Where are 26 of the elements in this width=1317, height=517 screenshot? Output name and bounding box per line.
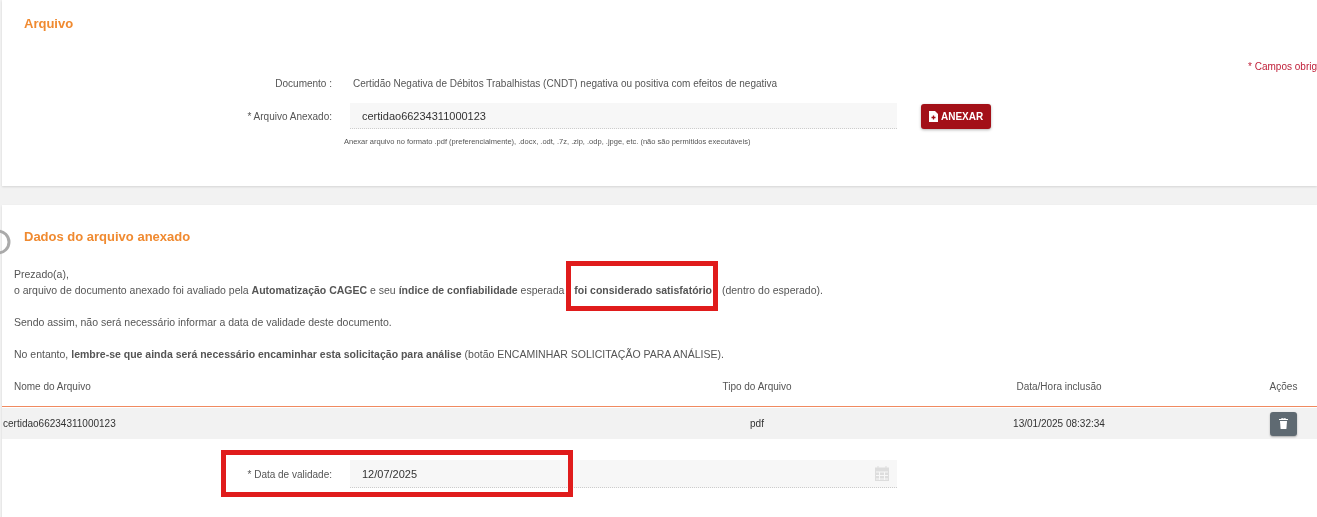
field-label: * Arquivo Anexado:: [246, 110, 332, 122]
column-header: Ações: [1268, 380, 1299, 392]
trash-icon: [1279, 418, 1288, 429]
section-title: Dados do arquivo anexado: [24, 229, 192, 244]
attach-button[interactable]: ANEXAR: [921, 103, 992, 129]
column-header: Tipo do Arquivo: [721, 380, 793, 392]
message-text: Prezado(a),: [14, 267, 70, 282]
ring-icon: [0, 227, 12, 257]
message-text: o arquivo de documento anexado foi avaliado pela Automatização CAGEC e seu índice de confiabilidade esperada foi considerado satisfatório (dentro do esperado).: [14, 283, 824, 298]
table-cell-text: 13/01/2025 08:32:34: [1012, 418, 1106, 429]
table-cell-text: certidao66234311000123: [2, 418, 117, 429]
field-label: Documento :: [274, 78, 332, 89]
file-field[interactable]: certidao66234311000123: [350, 103, 897, 129]
message-text: No entanto, lembre-se que ainda será necessário encaminhar esta solicitação para análise (botão ENCAMINHAR SOLICITAÇÃO PARA ANÁLISE).: [14, 347, 725, 362]
field-label: * Data de validade:: [246, 468, 332, 480]
delete-button[interactable]: [1270, 411, 1297, 436]
column-header: Data/Hora inclusão: [1015, 380, 1103, 392]
required-note: * Campos obrig: [1247, 61, 1317, 72]
document-name: Certidão Negativa de Débitos Trabalhistas (CNDT) negativa ou positiva com efeitos de negativa: [353, 78, 778, 89]
column-header: Nome do Arquivo: [13, 380, 92, 392]
date-field[interactable]: 12/07/2025: [350, 460, 897, 488]
table-cell-text: pdf: [749, 418, 765, 429]
calendar-icon: [875, 466, 889, 481]
message-text: Sendo assim, não será necessário informar a data de validade deste documento.: [14, 315, 393, 330]
file-add-icon: [929, 110, 938, 122]
section-title: Arquivo: [24, 16, 75, 31]
